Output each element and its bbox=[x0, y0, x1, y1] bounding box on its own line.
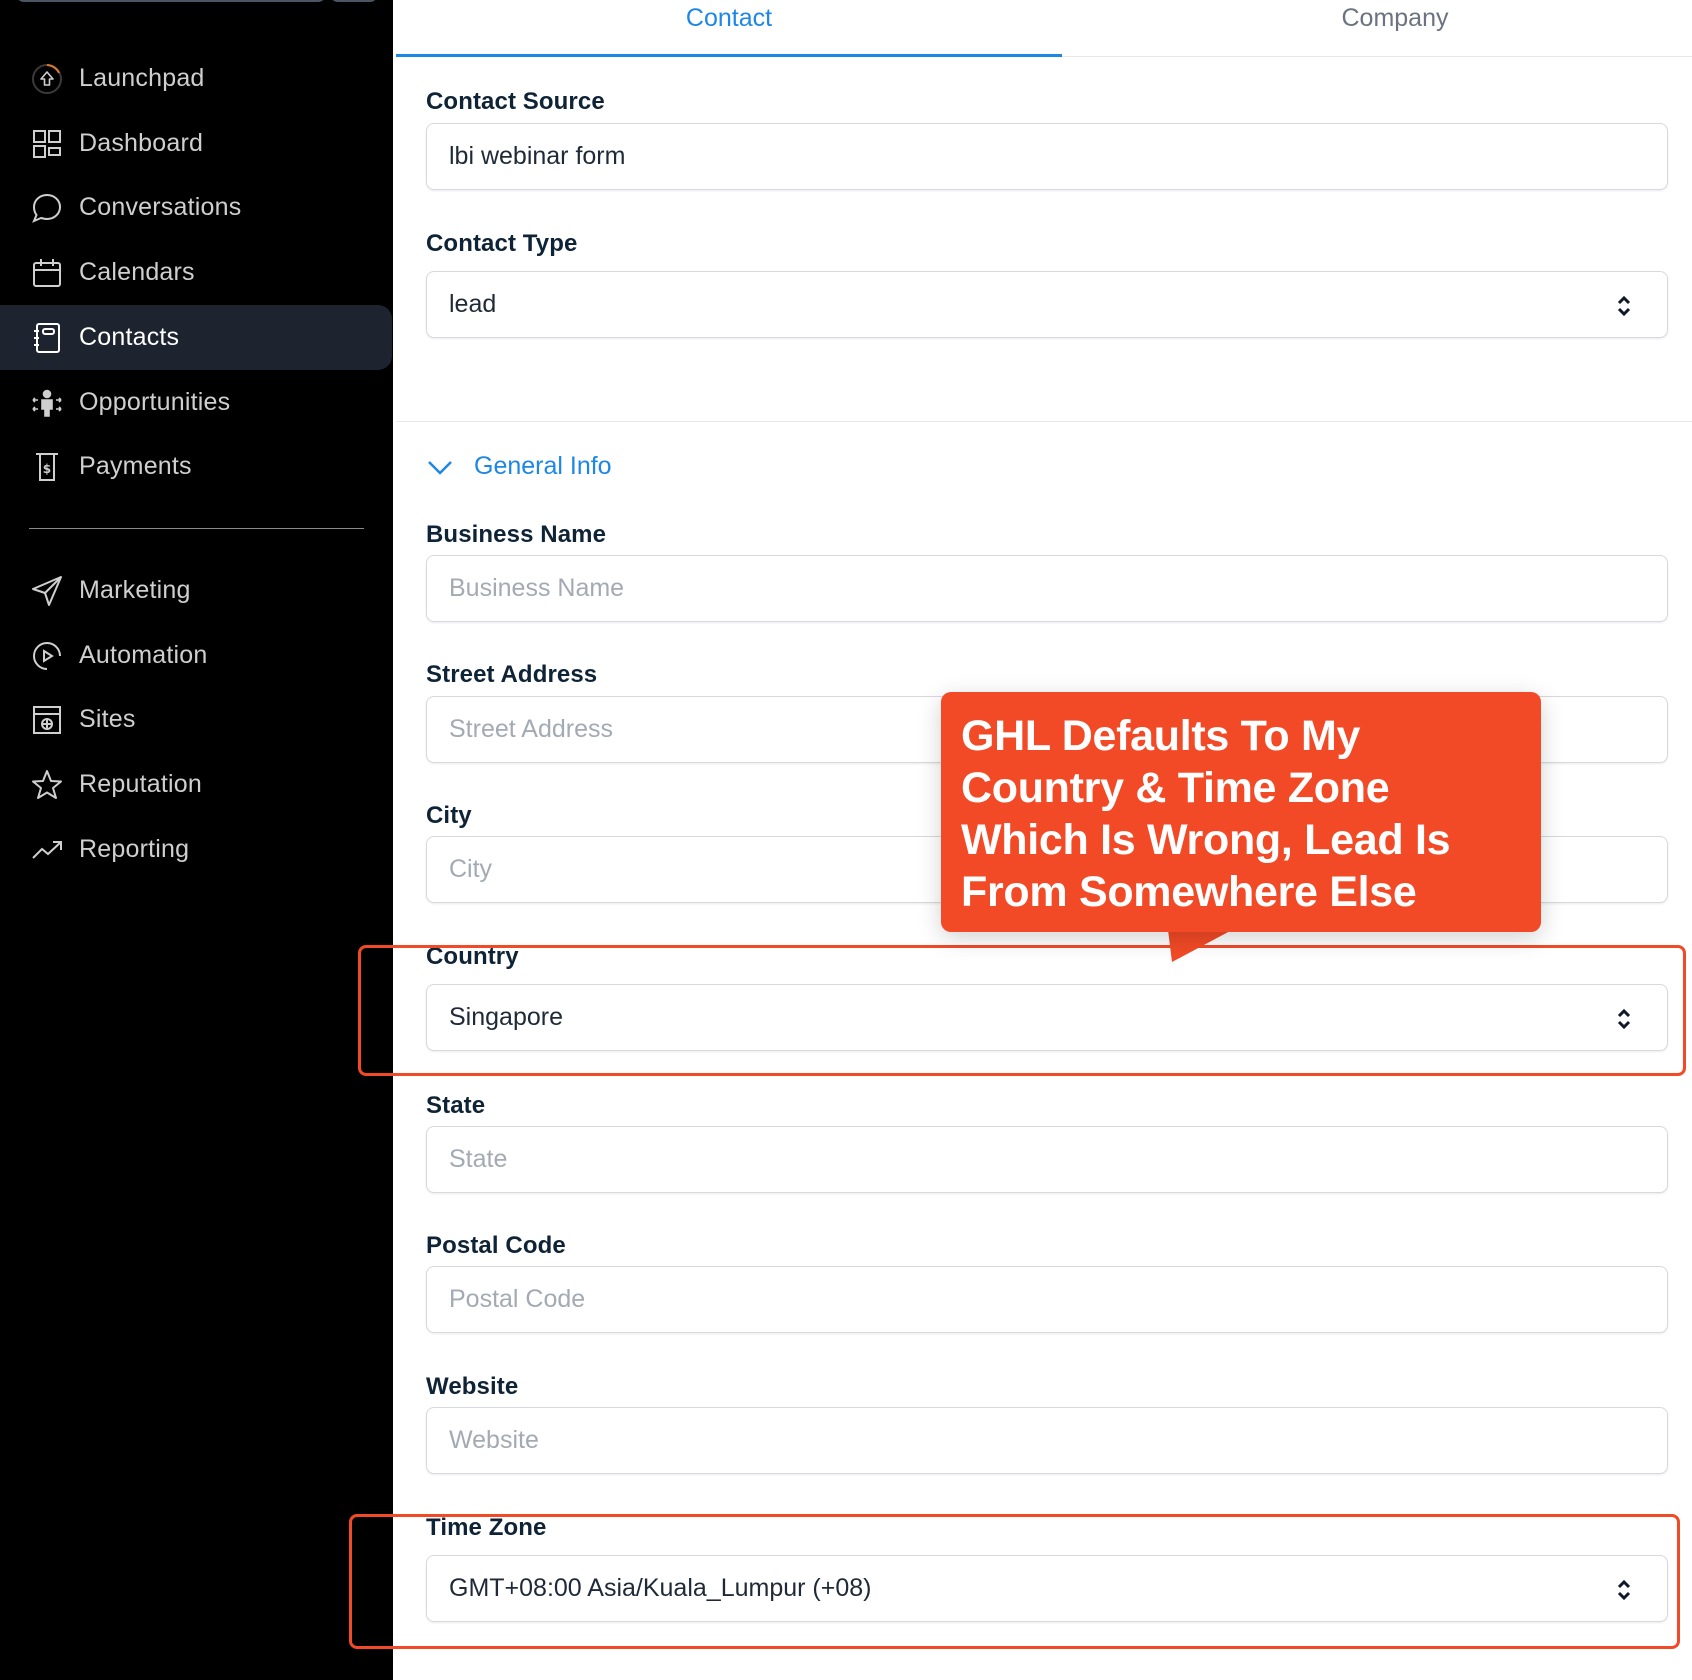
star-icon bbox=[30, 768, 64, 802]
sidebar-item-label: Reputation bbox=[79, 770, 202, 798]
sidebar-item-label: Sites bbox=[79, 705, 136, 733]
opportunities-icon bbox=[30, 386, 64, 420]
contacts-book-icon bbox=[30, 321, 64, 355]
website-input[interactable]: Website bbox=[426, 1407, 1668, 1474]
contact-source-input[interactable]: lbi webinar form bbox=[426, 123, 1668, 190]
tab-bar: Contact Company bbox=[396, 0, 1692, 57]
sidebar-item-automation[interactable]: Automation bbox=[0, 623, 393, 688]
sidebar-item-label: Conversations bbox=[79, 193, 242, 221]
paper-plane-icon bbox=[30, 574, 64, 608]
street-address-label: Street Address bbox=[426, 661, 598, 688]
sidebar-item-conversations[interactable]: Conversations bbox=[0, 175, 393, 240]
sidebar-search-bar[interactable] bbox=[16, 0, 326, 2]
sidebar-item-label: Opportunities bbox=[79, 388, 231, 416]
sidebar-top-button[interactable] bbox=[330, 0, 378, 2]
sites-globe-icon bbox=[30, 703, 64, 737]
callout-pointer bbox=[1168, 930, 1232, 962]
sidebar-item-calendars[interactable]: Calendars bbox=[0, 240, 393, 305]
sidebar-item-label: Payments bbox=[79, 452, 192, 480]
sidebar-item-opportunities[interactable]: Opportunities bbox=[0, 370, 393, 435]
general-info-toggle[interactable]: General Info bbox=[426, 452, 612, 481]
contact-type-value: lead bbox=[449, 290, 497, 318]
sidebar-item-reporting[interactable]: Reporting bbox=[0, 817, 393, 882]
contact-source-label: Contact Source bbox=[426, 88, 605, 115]
sidebar-item-marketing[interactable]: Marketing bbox=[0, 558, 393, 623]
dashboard-icon bbox=[30, 127, 64, 161]
tab-contact[interactable]: Contact bbox=[396, 0, 1062, 57]
svg-text:$: $ bbox=[43, 462, 52, 476]
contact-type-label: Contact Type bbox=[426, 230, 578, 257]
business-name-label: Business Name bbox=[426, 521, 607, 548]
sidebar-item-label: Automation bbox=[79, 641, 208, 669]
sidebar-item-contacts[interactable]: Contacts bbox=[0, 305, 392, 370]
sidebar-item-label: Reporting bbox=[79, 835, 190, 863]
contact-type-select[interactable]: lead bbox=[426, 271, 1668, 338]
tab-company[interactable]: Company bbox=[1062, 0, 1692, 57]
trend-up-icon bbox=[30, 833, 64, 867]
state-input[interactable]: State bbox=[426, 1126, 1668, 1193]
sidebar-item-payments[interactable]: $ Payments bbox=[0, 434, 393, 499]
select-chevrons-icon bbox=[1617, 295, 1631, 317]
section-divider bbox=[396, 421, 1692, 422]
country-highlight-box bbox=[358, 945, 1686, 1076]
postal-code-input[interactable]: Postal Code bbox=[426, 1266, 1668, 1333]
chevron-down-icon bbox=[428, 460, 452, 475]
sidebar-item-launchpad[interactable]: Launchpad bbox=[0, 46, 393, 111]
launchpad-icon bbox=[30, 62, 64, 96]
automation-play-icon bbox=[30, 639, 64, 673]
sidebar-item-reputation[interactable]: Reputation bbox=[0, 752, 393, 817]
sidebar-item-label: Calendars bbox=[79, 258, 195, 286]
calendar-icon bbox=[30, 256, 64, 290]
sidebar-item-label: Marketing bbox=[79, 576, 191, 604]
sidebar: Launchpad Dashboard Conversations Calend… bbox=[0, 0, 393, 1680]
state-label: State bbox=[426, 1092, 486, 1119]
website-label: Website bbox=[426, 1373, 519, 1400]
city-label: City bbox=[426, 802, 472, 829]
sidebar-item-sites[interactable]: Sites bbox=[0, 687, 393, 752]
business-name-input[interactable]: Business Name bbox=[426, 555, 1668, 622]
postal-code-label: Postal Code bbox=[426, 1232, 566, 1259]
annotation-callout: GHL Defaults To My Country & Time Zone W… bbox=[941, 692, 1541, 932]
general-info-title: General Info bbox=[474, 452, 612, 480]
time-zone-highlight-box bbox=[349, 1514, 1680, 1649]
sidebar-item-label: Dashboard bbox=[79, 129, 204, 157]
sidebar-divider bbox=[29, 528, 364, 529]
sidebar-item-dashboard[interactable]: Dashboard bbox=[0, 111, 393, 176]
sidebar-item-label: Launchpad bbox=[79, 64, 205, 92]
sidebar-item-label: Contacts bbox=[79, 323, 180, 351]
payments-icon: $ bbox=[30, 450, 64, 484]
chat-bubble-icon bbox=[30, 191, 64, 225]
